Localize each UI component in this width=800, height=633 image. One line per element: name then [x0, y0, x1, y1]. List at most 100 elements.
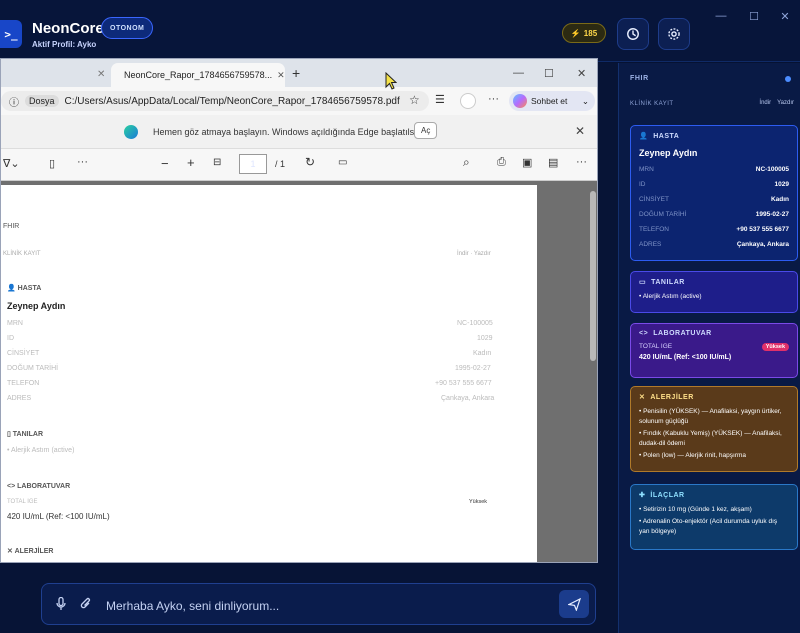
allergy-item: • Polen (low) — Alerjik rinit, hapşırma	[639, 452, 747, 459]
profile-avatar[interactable]	[460, 93, 476, 109]
app-title: NeonCore	[32, 20, 104, 37]
medication-item: • Adrenalin Oto-enjektör (Acil durumda u…	[639, 518, 778, 535]
close-button[interactable]: ✕	[776, 10, 794, 23]
panel-title: FHIR	[630, 75, 649, 82]
url-field[interactable]: ⓘ Dosya C:/Users/Asus/AppData/Local/Temp…	[1, 91, 429, 111]
fit-page-icon[interactable]: ⊟	[213, 157, 221, 168]
zoom-in-icon[interactable]: +	[187, 155, 195, 170]
copilot-button[interactable]: Sohbet et ⌄	[509, 91, 595, 111]
attachment-icon[interactable]	[80, 597, 92, 611]
browser-close-button[interactable]: ✕	[577, 67, 586, 80]
pdf-lab-label: TOTAL IGE	[7, 499, 38, 505]
favorites-icon[interactable]: ☰	[435, 93, 445, 106]
medication-item: • Setirizin 10 mg (Günde 1 kez, akşam)	[639, 506, 752, 513]
lab-value: 420 IU/mL (Ref: <100 IU/mL)	[639, 354, 732, 361]
close-tab-icon[interactable]: ✕	[277, 70, 285, 81]
medications-card: ✚ İLAÇLAR • Setirizin 10 mg (Günde 1 kez…	[630, 484, 798, 550]
info-bar-open-button[interactable]: Aç	[414, 122, 438, 139]
save-icon[interactable]: ▣	[522, 156, 532, 169]
rotate-icon[interactable]: ↻	[305, 155, 315, 169]
pdf-field-label: CİNSİYET	[7, 350, 40, 357]
chevron-down-icon: ⌄	[581, 95, 589, 106]
patient-name: Zeynep Aydın	[639, 148, 698, 158]
pdf-field-label: ADRES	[7, 395, 32, 402]
pdf-lab-heading: <> LABORATUVAR	[7, 483, 71, 490]
chat-input-text[interactable]: Merhaba Ayko, seni dinliyorum...	[106, 599, 279, 613]
pdf-klinik-label: KLİNİK KAYIT	[3, 251, 41, 257]
lab-row: TOTAL IGE Yüksek	[639, 343, 789, 351]
tab-previous[interactable]: ✕	[1, 63, 109, 87]
pdf-viewer[interactable]: FHIR KLİNİK KAYIT İndir · Yazdır 👤 HASTA…	[1, 181, 597, 562]
pdf-field-label: TELEFON	[7, 380, 40, 387]
pdf-hasta-heading: 👤 HASTA	[7, 285, 42, 292]
patient-row: TELEFON +90 537 555 6677	[639, 226, 789, 233]
print-icon[interactable]: ⎙	[497, 156, 506, 169]
search-icon[interactable]: ⌕	[463, 155, 470, 170]
pdf-field-value: 1995-02-27	[455, 365, 491, 372]
send-icon	[567, 597, 581, 611]
patient-row: MRN NC-100005	[639, 166, 789, 173]
pdf-tanilar-heading: ▯ TANILAR	[7, 431, 43, 438]
patient-row: CİNSİYET Kadın	[639, 196, 789, 203]
download-link[interactable]: İndir	[759, 100, 771, 106]
close-tab-icon[interactable]: ✕	[97, 69, 105, 80]
new-tab-button[interactable]: +	[292, 65, 300, 81]
copilot-icon	[513, 94, 527, 108]
history-button[interactable]	[617, 18, 649, 50]
page-total: / 1	[275, 159, 286, 169]
tab-pdf-report[interactable]: NeonCore_Rapor_1784656759578... ✕	[111, 63, 285, 87]
chat-input[interactable]: Merhaba Ayko, seni dinliyorum...	[41, 583, 596, 625]
page-number-input[interactable]: 1	[239, 154, 267, 174]
pdf-scrollbar[interactable]	[590, 191, 596, 361]
settings-more-icon[interactable]: ···	[576, 156, 587, 168]
info-bar-text: Hemen göz atmaya başlayın. Windows açıld…	[153, 127, 425, 137]
allergies-card: ✕ ALERJİLER • Penisilin (YÜKSEK) — Anafi…	[630, 386, 798, 472]
credits-badge[interactable]: ⚡ 185	[562, 23, 606, 43]
lab-heading: LABORATUVAR	[653, 330, 712, 337]
code-icon: <>	[639, 330, 649, 337]
send-button[interactable]	[559, 590, 589, 618]
star-icon[interactable]: ☆	[409, 93, 420, 107]
app-header: >_ NeonCore OTONOM Aktif Profil: Ayko ⚡ …	[0, 0, 800, 62]
browser-minimize-button[interactable]: —	[513, 67, 524, 79]
maximize-button[interactable]: ☐	[745, 10, 763, 23]
patient-row: ID 1029	[639, 181, 789, 188]
save-as-icon[interactable]: ▤	[548, 156, 558, 169]
status-dot	[785, 76, 791, 82]
patient-row: ADRES Çankaya, Ankara	[639, 241, 789, 248]
print-link[interactable]: Yazdır	[777, 100, 794, 106]
minimize-button[interactable]: —	[712, 10, 730, 22]
two-page-icon[interactable]: ▭	[338, 157, 347, 168]
pdf-field-value: Çankaya, Ankara	[441, 395, 495, 402]
lab-card: <> LABORATUVAR TOTAL IGE Yüksek 420 IU/m…	[630, 323, 798, 378]
view-icon[interactable]: ▯	[49, 157, 55, 170]
mode-badge[interactable]: OTONOM	[101, 17, 154, 39]
pdf-field-label: ID	[7, 335, 14, 342]
history-icon	[627, 28, 639, 40]
pdf-lab-value: 420 IU/mL (Ref: <100 IU/mL)	[7, 512, 110, 521]
user-icon: 👤	[7, 285, 18, 292]
warning-icon: ✕	[7, 548, 15, 555]
diagnoses-card: ▭ TANILAR • Alerjik Astım (active)	[630, 271, 798, 313]
pdf-field-value: 1029	[477, 335, 493, 342]
zoom-out-icon[interactable]: −	[161, 156, 169, 171]
lab-flag-badge: Yüksek	[761, 343, 789, 351]
pdf-fhir-label: FHIR	[3, 223, 20, 230]
draw-icon[interactable]: ∇⌄	[3, 157, 20, 170]
warning-icon: ✕	[639, 394, 646, 401]
close-info-bar-icon[interactable]: ✕	[575, 124, 585, 138]
pdf-field-label: DOĞUM TARİHİ	[7, 365, 59, 372]
more-icon[interactable]: ···	[488, 93, 499, 105]
pdf-field-label: MRN	[7, 320, 23, 327]
pdf-toolbar: ∇⌄ ▯ ··· − + ⊟ 1 / 1 ↻ ▭ ⌕ ⎙ ▣ ▤ ···	[1, 149, 597, 181]
fhir-panel: FHIR KLİNİK KAYIT İndir Yazdır 👤 HASTA Z…	[618, 63, 800, 633]
allergy-item: • Fındık (Kabuklu Yemiş) (YÜKSEK) — Anaf…	[639, 430, 782, 447]
panel-subtitle: KLİNİK KAYIT	[630, 101, 674, 107]
edge-logo-icon	[124, 125, 138, 139]
microphone-icon[interactable]	[56, 597, 66, 611]
browser-maximize-button[interactable]: ☐	[544, 67, 554, 80]
settings-button[interactable]	[658, 18, 690, 50]
pdf-page: FHIR KLİNİK KAYIT İndir · Yazdır 👤 HASTA…	[1, 185, 537, 562]
more-options-icon[interactable]: ···	[77, 156, 88, 168]
medications-card-title: ✚ İLAÇLAR	[639, 491, 789, 500]
